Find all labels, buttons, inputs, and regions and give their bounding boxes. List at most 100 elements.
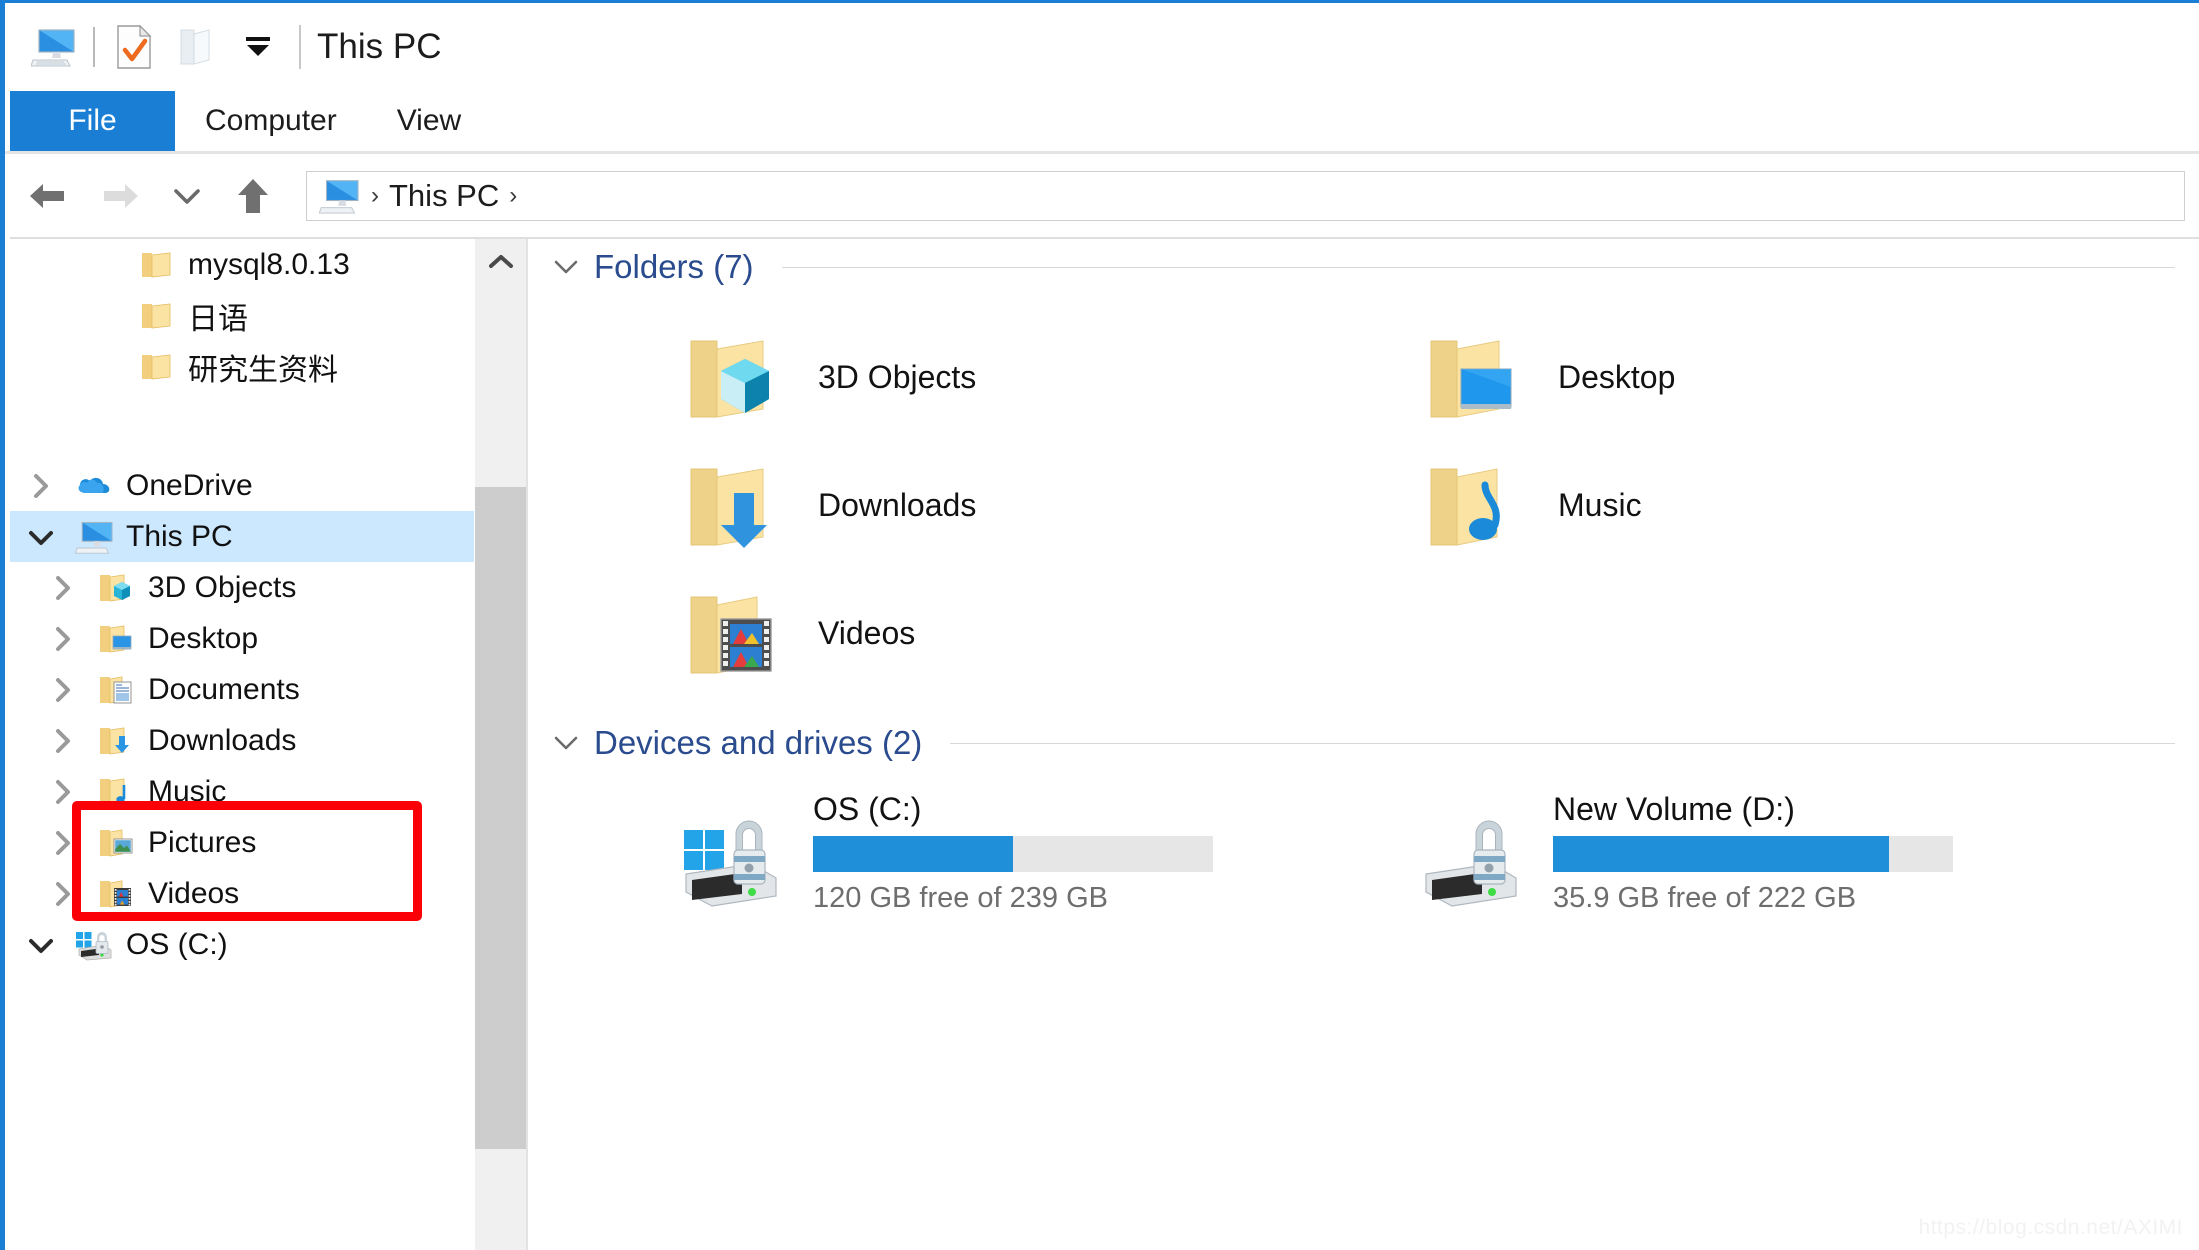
folder-tile-label: 3D Objects bbox=[818, 358, 977, 395]
up-button[interactable] bbox=[216, 159, 290, 233]
chevron-right-icon[interactable] bbox=[32, 879, 94, 909]
folder-tile-3d-objects[interactable]: 3D Objects bbox=[678, 313, 1418, 441]
folder-documents-icon bbox=[94, 674, 140, 706]
sidebar-item-videos[interactable]: Videos bbox=[10, 868, 474, 919]
drive-label: OS (C:) bbox=[813, 791, 922, 827]
folder-tile-desktop[interactable]: Desktop bbox=[1418, 313, 2158, 441]
group-rule bbox=[950, 742, 2175, 744]
folder-3d-objects-icon bbox=[94, 572, 140, 604]
chevron-right-icon[interactable] bbox=[32, 675, 94, 705]
breadcrumb-item-this-pc[interactable]: This PC bbox=[389, 178, 499, 214]
sidebar-item-this-pc[interactable]: This PC bbox=[10, 511, 474, 562]
content-pane: Folders (7) 3D Objects Desktop Downloads… bbox=[528, 239, 2199, 1250]
customize-dropdown-icon[interactable] bbox=[227, 16, 289, 78]
sidebar-item-3d-objects[interactable]: 3D Objects bbox=[10, 562, 474, 613]
sidebar-item-label: OneDrive bbox=[126, 468, 253, 502]
tab-view[interactable]: View bbox=[367, 91, 491, 151]
drive-free-text: 35.9 GB free of 222 GB bbox=[1553, 882, 1857, 914]
folder-tile-videos[interactable]: Videos bbox=[678, 569, 1418, 697]
folder-icon bbox=[134, 301, 180, 331]
chevron-down-icon[interactable] bbox=[10, 934, 72, 956]
folder-downloads-icon bbox=[94, 725, 140, 757]
folder-music-icon bbox=[1418, 449, 1528, 561]
folder-desktop-icon bbox=[1418, 321, 1528, 433]
this-pc-icon bbox=[72, 520, 118, 554]
folder-tile-downloads[interactable]: Downloads bbox=[678, 441, 1418, 569]
folder-icon bbox=[134, 250, 180, 280]
folders-group-title: Folders (7) bbox=[594, 248, 754, 285]
sidebar-item-label: Desktop bbox=[148, 621, 259, 655]
navpane-scrollbar[interactable] bbox=[474, 239, 526, 1250]
sidebar-item-desktop[interactable]: Desktop bbox=[10, 613, 474, 664]
tab-file[interactable]: File bbox=[10, 91, 175, 151]
sidebar-item-label: 研究生资料 bbox=[188, 353, 338, 387]
drive-label: New Volume (D:) bbox=[1553, 791, 1795, 827]
scrollbar-thumb[interactable] bbox=[475, 487, 526, 1149]
sidebar-item-os-c[interactable]: OS (C:) bbox=[10, 919, 474, 970]
drive-usage-bar bbox=[813, 836, 1213, 872]
drive-tile-new-volume-d[interactable]: New Volume (D:) 35.9 GB free of 222 GB bbox=[1418, 791, 2158, 915]
sidebar-item-label: This PC bbox=[126, 519, 233, 553]
sidebar-item-label: Documents bbox=[148, 672, 300, 706]
forward-button[interactable] bbox=[84, 159, 158, 233]
sidebar-item-grad-materials[interactable]: 研究生资料 bbox=[10, 341, 474, 392]
sidebar-item-label: OS (C:) bbox=[126, 927, 228, 961]
drive-info: New Volume (D:) 35.9 GB free of 222 GB bbox=[1553, 791, 1953, 915]
sidebar-item-japanese[interactable]: 日语 bbox=[10, 290, 474, 341]
sidebar-item-downloads[interactable]: Downloads bbox=[10, 715, 474, 766]
folder-tile-music[interactable]: Music bbox=[1418, 441, 2158, 569]
this-pc-icon[interactable] bbox=[23, 16, 85, 78]
folder-3d-objects-icon bbox=[678, 321, 788, 433]
sidebar-item-music[interactable]: Music bbox=[10, 766, 474, 817]
tab-computer[interactable]: Computer bbox=[175, 91, 367, 151]
title-separator bbox=[299, 25, 301, 69]
navigation-pane: mysql8.0.13 日语 研究生资料 OneDrive This PC 3D… bbox=[10, 239, 526, 1250]
chevron-down-icon[interactable] bbox=[552, 258, 580, 276]
drive-free-text: 120 GB free of 239 GB bbox=[813, 882, 1109, 914]
recent-locations-dropdown-icon[interactable] bbox=[158, 159, 216, 233]
folder-tree: mysql8.0.13 日语 研究生资料 OneDrive This PC 3D… bbox=[10, 239, 474, 1250]
breadcrumb-separator-1[interactable]: › bbox=[367, 182, 383, 210]
drives-group-header[interactable]: Devices and drives (2) bbox=[528, 715, 2199, 771]
sidebar-item-label: 日语 bbox=[188, 302, 248, 336]
onedrive-cloud-icon bbox=[72, 473, 118, 499]
scroll-up-icon[interactable] bbox=[475, 239, 526, 285]
chevron-down-icon[interactable] bbox=[10, 526, 72, 548]
sidebar-item-documents[interactable]: Documents bbox=[10, 664, 474, 715]
sidebar-item-label: Downloads bbox=[148, 723, 297, 757]
chevron-down-icon[interactable] bbox=[552, 734, 580, 752]
properties-icon[interactable] bbox=[103, 16, 165, 78]
drive-usage-bar bbox=[1553, 836, 1953, 872]
folder-tile-label: Videos bbox=[818, 614, 916, 651]
sidebar-item-onedrive[interactable]: OneDrive bbox=[10, 460, 474, 511]
chevron-right-icon[interactable] bbox=[10, 471, 72, 501]
chevron-right-icon[interactable] bbox=[32, 573, 94, 603]
chevron-right-icon[interactable] bbox=[32, 777, 94, 807]
drive-os-icon bbox=[72, 928, 118, 962]
breadcrumb-separator-2[interactable]: › bbox=[505, 182, 521, 210]
chevron-right-icon[interactable] bbox=[32, 624, 94, 654]
folder-music-icon bbox=[94, 776, 140, 808]
sidebar-item-pictures[interactable]: Pictures bbox=[10, 817, 474, 868]
sidebar-item-label: 3D Objects bbox=[148, 570, 297, 604]
drive-usage-fill bbox=[1553, 836, 1889, 872]
sidebar-item-label: Pictures bbox=[148, 825, 257, 859]
sidebar-item-mysql8013[interactable]: mysql8.0.13 bbox=[10, 239, 474, 290]
breadcrumb-this-pc-icon[interactable] bbox=[319, 178, 361, 214]
drive-info: OS (C:) 120 GB free of 239 GB bbox=[813, 791, 1213, 915]
drive-tile-os-c[interactable]: OS (C:) 120 GB free of 239 GB bbox=[678, 791, 1418, 915]
folders-group-header[interactable]: Folders (7) bbox=[528, 239, 2199, 295]
folder-downloads-icon bbox=[678, 449, 788, 561]
explorer-body: mysql8.0.13 日语 研究生资料 OneDrive This PC 3D… bbox=[10, 239, 2199, 1250]
new-folder-icon[interactable] bbox=[165, 16, 227, 78]
folder-desktop-icon bbox=[94, 623, 140, 655]
ribbon-tabs: File Computer View bbox=[5, 91, 2199, 151]
folders-tile-grid: 3D Objects Desktop Downloads Music Video… bbox=[528, 295, 2199, 697]
chevron-right-icon[interactable] bbox=[32, 828, 94, 858]
address-bar[interactable]: › This PC › bbox=[306, 170, 2185, 221]
drive-windows-bitlocker-icon bbox=[678, 805, 793, 915]
back-button[interactable] bbox=[10, 159, 84, 233]
chevron-right-icon[interactable] bbox=[32, 726, 94, 756]
folder-tile-label: Desktop bbox=[1558, 358, 1676, 395]
